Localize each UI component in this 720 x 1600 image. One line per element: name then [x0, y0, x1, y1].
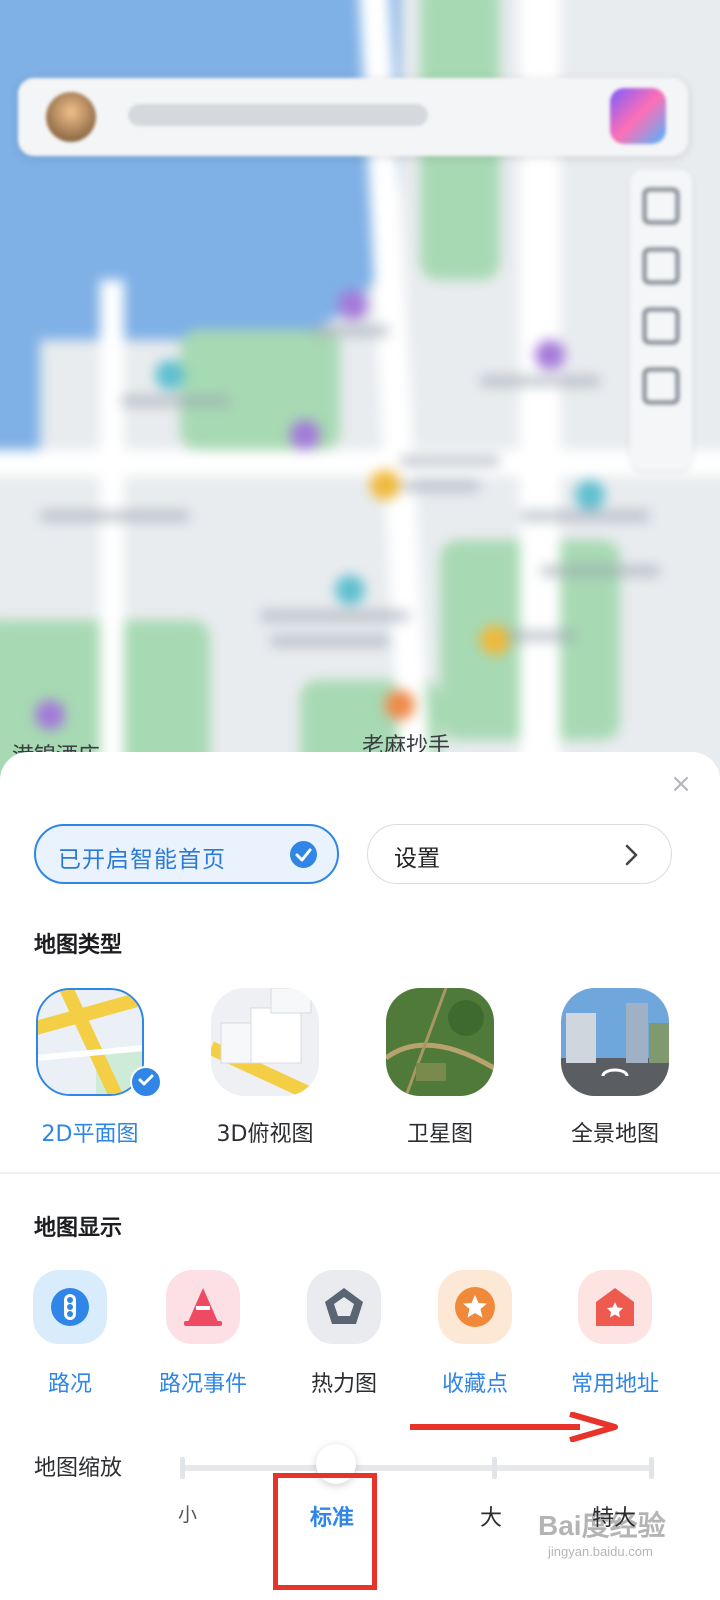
- map-type-panorama-thumbnail: [561, 988, 669, 1096]
- map-type-2d[interactable]: 2D平面图: [30, 988, 162, 1148]
- section-divider: [0, 1172, 720, 1174]
- zoom-tick: [649, 1457, 654, 1479]
- map-type-title: 地图类型: [34, 933, 123, 958]
- search-bar[interactable]: [18, 78, 688, 156]
- map-display-title: 地图显示: [34, 1216, 123, 1241]
- close-icon[interactable]: ×: [667, 770, 695, 798]
- display-traffic-events[interactable]: 路况事件: [138, 1270, 268, 1398]
- display-label: 路况: [47, 1372, 92, 1397]
- watermark-logo: Bai度经验: [538, 1510, 666, 1541]
- home-icon: [578, 1270, 652, 1344]
- avatar[interactable]: [46, 92, 96, 142]
- zoom-title: 地图缩放: [34, 1456, 123, 1481]
- report-icon[interactable]: [643, 368, 679, 404]
- display-common-address[interactable]: 常用地址: [550, 1270, 680, 1398]
- map-type-label: 卫星图: [406, 1122, 473, 1147]
- traffic-cone-icon: [166, 1270, 240, 1344]
- layers-icon[interactable]: [643, 188, 679, 224]
- search-placeholder: [128, 104, 428, 126]
- assistant-logo-icon[interactable]: [610, 88, 666, 144]
- zoom-slider-track[interactable]: [180, 1457, 654, 1479]
- annotation-highlight-box: [273, 1473, 377, 1590]
- map-type-satellite-thumbnail: [386, 988, 494, 1096]
- map-type-3d-thumbnail: [211, 988, 319, 1096]
- map-type-label: 2D平面图: [41, 1122, 139, 1147]
- zoom-tick: [180, 1457, 185, 1479]
- star-icon: [438, 1270, 512, 1344]
- display-label: 收藏点: [441, 1372, 508, 1397]
- map-settings-sheet: × 已开启智能首页 设置 地图类型 2D平面图 3D俯视图 卫星图 全景地图 地…: [0, 752, 720, 1600]
- map-type-2d-thumbnail: [36, 988, 144, 1096]
- display-heatmap[interactable]: 热力图: [279, 1270, 409, 1398]
- annotation-arrow-icon: [410, 1412, 618, 1442]
- map-type-panorama[interactable]: 全景地图: [555, 988, 675, 1148]
- map-side-toolbar[interactable]: [630, 170, 692, 470]
- zoom-tick: [492, 1457, 497, 1479]
- map-type-label: 全景地图: [570, 1122, 659, 1147]
- traffic-icon[interactable]: [643, 308, 679, 344]
- settings-label: 设置: [394, 846, 440, 872]
- check-icon: [290, 841, 317, 868]
- display-traffic[interactable]: 路况: [5, 1270, 135, 1398]
- map-type-3d[interactable]: 3D俯视图: [205, 988, 325, 1148]
- zoom-level-small[interactable]: 小: [178, 1500, 197, 1527]
- map-type-satellite[interactable]: 卫星图: [380, 988, 500, 1148]
- selected-check-icon: [130, 1066, 162, 1098]
- route-icon[interactable]: [643, 248, 679, 284]
- smart-home-label: 已开启智能首页: [58, 847, 226, 873]
- map-type-label: 3D俯视图: [216, 1122, 314, 1147]
- watermark-url: jingyan.baidu.com: [548, 1544, 653, 1559]
- display-favorites[interactable]: 收藏点: [410, 1270, 540, 1398]
- display-label: 常用地址: [570, 1372, 659, 1397]
- zoom-level-large[interactable]: 大: [480, 1500, 502, 1532]
- pentagon-icon: [307, 1270, 381, 1344]
- display-label: 热力图: [310, 1372, 377, 1397]
- smart-home-toggle[interactable]: 已开启智能首页: [34, 824, 339, 884]
- map-view[interactable]: 港锦酒店 老麻抄手: [0, 0, 720, 790]
- traffic-light-icon: [33, 1270, 107, 1344]
- display-label: 路况事件: [158, 1372, 247, 1397]
- settings-button[interactable]: 设置: [367, 824, 672, 884]
- chevron-right-icon: [625, 844, 638, 866]
